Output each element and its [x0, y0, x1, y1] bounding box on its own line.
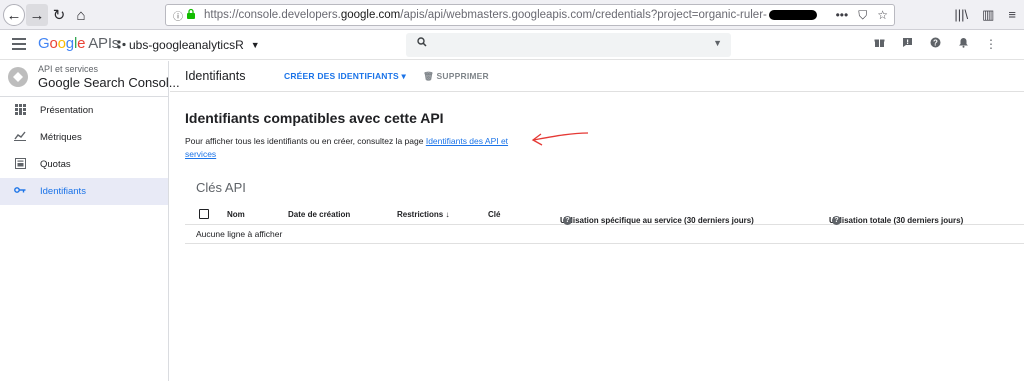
sidebar-section-subtitle: API et services — [38, 64, 99, 74]
sidebar-item-metrics[interactable]: Métriques — [0, 124, 168, 151]
google-apis-logo[interactable]: Google APIs — [38, 35, 119, 52]
page-header: Identifiants CRÉER DES IDENTIFIANTS ▾ 🗑 … — [170, 61, 1024, 92]
project-caret-icon: ▼ — [250, 40, 260, 50]
empty-table-message: Aucune ligne à afficher — [196, 229, 283, 239]
reload-icon: ↻ — [52, 7, 66, 24]
home-icon: ⌂ — [76, 6, 86, 24]
column-header-name[interactable]: Nom — [227, 210, 245, 219]
pocket-icon[interactable]: ⛉ — [858, 8, 867, 23]
library-icon[interactable]: |||\ — [954, 7, 968, 23]
back-button[interactable]: ← — [3, 4, 25, 26]
table-empty-row: Aucune ligne à afficher — [185, 225, 1024, 244]
dashboard-icon — [13, 103, 27, 118]
sidebar-item-label: Présentation — [40, 105, 94, 116]
api-icon — [8, 67, 28, 87]
reload-button[interactable]: ↻ — [48, 4, 70, 26]
forward-arrow-icon: → — [29, 6, 45, 24]
annotation-arrow-icon — [531, 132, 589, 146]
delete-button[interactable]: 🗑 SUPPRIMER — [423, 71, 489, 82]
sidebar-toggle-icon[interactable]: ▥ — [982, 7, 994, 23]
forward-button[interactable]: → — [26, 4, 48, 26]
column-header-created[interactable]: Date de création — [288, 210, 350, 219]
sidebar-item-credentials[interactable]: Identifiants — [0, 178, 168, 205]
project-icon — [117, 39, 126, 51]
project-selector[interactable]: ubs-googleanalyticsR ▼ — [117, 38, 260, 52]
sidebar-item-label: Quotas — [40, 159, 71, 170]
select-all-checkbox[interactable] — [199, 209, 209, 219]
section-description: Pour afficher tous les identifiants ou e… — [185, 136, 509, 159]
sidebar-section-title: Google Search Consol... — [38, 75, 180, 90]
sidebar-header[interactable]: API et services Google Search Consol... — [0, 61, 180, 97]
address-bar[interactable]: ⓘ https://console.developers.google.com/… — [165, 4, 895, 26]
svg-text:?: ? — [933, 38, 938, 47]
browser-menu-icon[interactable]: ≡ — [1008, 7, 1016, 23]
home-button[interactable]: ⌂ — [70, 4, 92, 26]
page-title: Identifiants — [185, 69, 246, 83]
notifications-bell-icon[interactable] — [956, 37, 970, 51]
browser-toolbar: ← → ↻ ⌂ ⓘ https://console.developers.goo… — [0, 0, 1024, 30]
help-icon[interactable]: ? — [563, 216, 572, 225]
search-input[interactable]: ▼ — [406, 33, 731, 57]
back-arrow-icon: ← — [6, 6, 22, 24]
column-header-key[interactable]: Clé — [488, 210, 500, 219]
search-icon — [417, 36, 427, 50]
key-icon — [13, 186, 27, 197]
section-title: Identifiants compatibles avec cette API — [185, 110, 444, 126]
sidebar-item-quotas[interactable]: Quotas — [0, 151, 168, 178]
api-keys-title: Clés API — [196, 180, 246, 195]
more-options-icon[interactable]: ⋮ — [984, 37, 998, 51]
create-credentials-button[interactable]: CRÉER DES IDENTIFIANTS ▾ — [284, 71, 406, 82]
page-actions-icon[interactable]: ••• — [836, 8, 849, 23]
lock-icon — [186, 8, 200, 22]
feedback-icon[interactable] — [900, 37, 914, 51]
sidebar-item-label: Métriques — [40, 132, 82, 143]
api-keys-table-header: Nom Date de création Restrictions ↓ Clé … — [185, 204, 1024, 225]
search-dropdown-icon[interactable]: ▼ — [713, 38, 722, 48]
metrics-chart-icon — [13, 131, 27, 144]
sidebar-item-presentation[interactable]: Présentation — [0, 97, 168, 124]
redacted-project-id — [768, 9, 817, 20]
column-header-restrictions[interactable]: Restrictions ↓ — [397, 210, 449, 219]
bookmark-star-icon[interactable]: ☆ — [877, 8, 888, 23]
navigation-menu-icon[interactable] — [12, 38, 26, 50]
console-header: Google APIs ubs-googleanalyticsR ▼ ▼ ? ⋮ — [0, 30, 1024, 60]
site-info-icon[interactable]: ⓘ — [170, 8, 186, 23]
help-icon[interactable]: ? — [928, 37, 942, 51]
quotas-icon — [13, 157, 27, 172]
sidebar: API et services Google Search Consol... … — [0, 61, 180, 381]
help-icon[interactable]: ? — [832, 216, 841, 225]
sidebar-item-label: Identifiants — [40, 186, 86, 197]
gift-icon[interactable] — [872, 37, 886, 51]
url-text: https://console.developers.google.com/ap… — [204, 9, 817, 21]
project-name: ubs-googleanalyticsR — [129, 38, 244, 52]
